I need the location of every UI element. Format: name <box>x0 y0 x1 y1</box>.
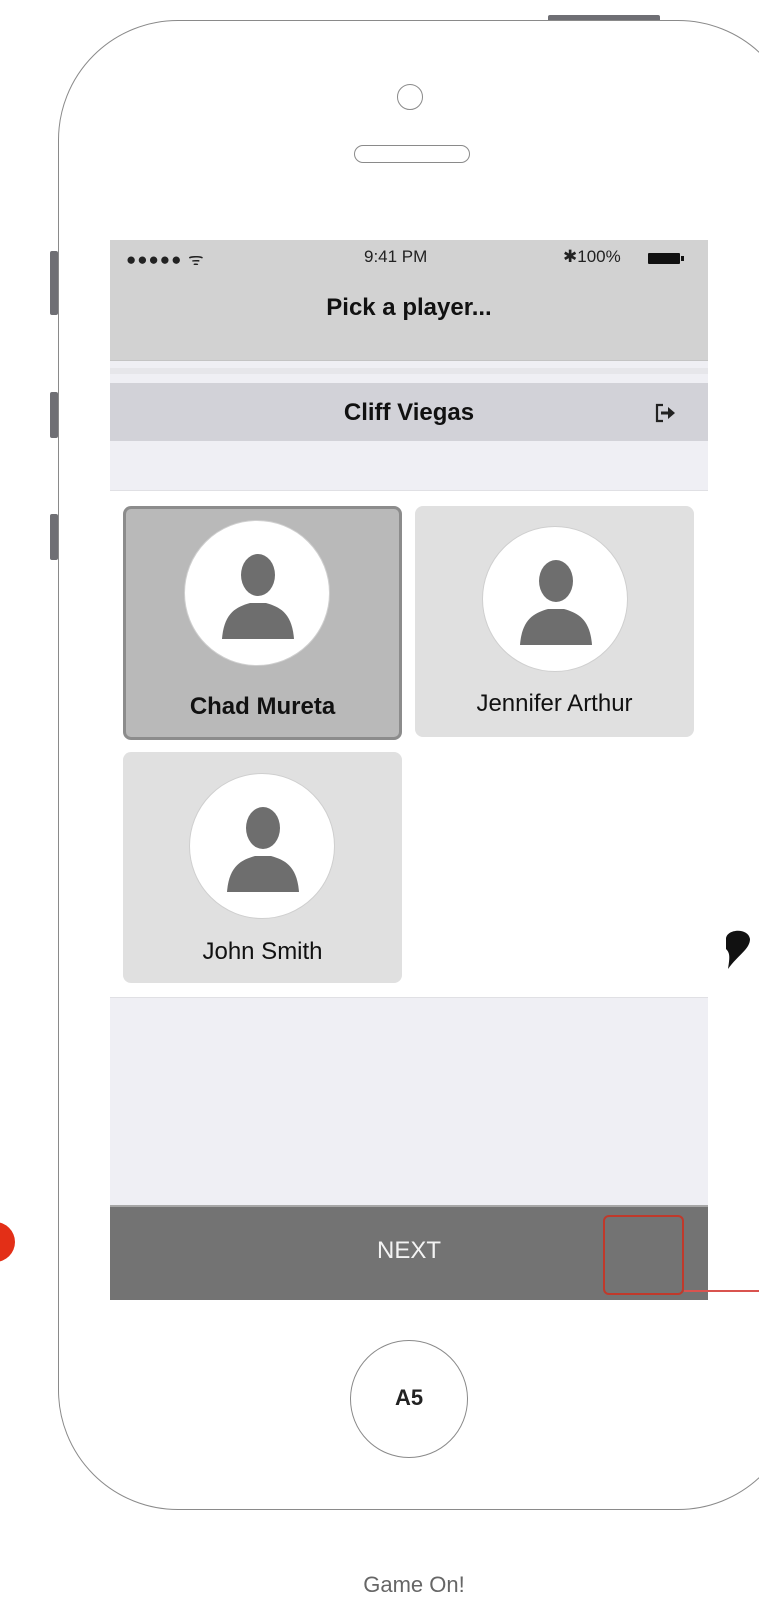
logout-icon[interactable] <box>654 403 678 423</box>
phone-volume-down-button <box>50 514 58 560</box>
battery-full-icon <box>648 253 684 264</box>
phone-mute-switch <box>50 251 58 315</box>
comment-mark-icon <box>720 925 750 970</box>
hotspot-annotation-box <box>603 1215 684 1295</box>
red-annotation-dot <box>0 1222 15 1262</box>
player-avatar <box>482 526 628 672</box>
status-bar: ●●●●● ᯤ 9:41 PM ✱100% <box>110 240 708 272</box>
player-card-john-smith[interactable]: John Smith <box>123 752 402 983</box>
phone-volume-up-button <box>50 392 58 438</box>
player-name: Jennifer Arthur <box>476 690 633 717</box>
player-name: Chad Mureta <box>189 693 336 720</box>
person-silhouette-icon <box>520 560 592 645</box>
player-avatar <box>184 520 330 666</box>
page-title: Pick a player... <box>326 294 492 321</box>
player-name: John Smith <box>202 938 323 965</box>
earpiece-speaker <box>354 145 470 163</box>
player-card-jennifer-arthur[interactable]: Jennifer Arthur <box>415 506 694 737</box>
player-card-chad-mureta[interactable]: Chad Mureta <box>123 506 402 740</box>
current-user-name: Cliff Viegas <box>343 399 475 426</box>
next-button[interactable]: NEXT <box>110 1205 708 1300</box>
nav-divider <box>110 368 708 374</box>
mockup-canvas: ●●●●● ᯤ 9:41 PM ✱100% Pick a player... C… <box>0 0 759 1617</box>
current-user-bar: Cliff Viegas <box>110 383 708 441</box>
hotspot-connector-line <box>684 1290 759 1292</box>
front-camera <box>397 84 423 110</box>
person-silhouette-icon <box>227 807 299 892</box>
home-button-label: A5 <box>394 1385 424 1410</box>
screen-caption: Game On! <box>363 1572 465 1597</box>
home-button[interactable]: A5 <box>350 1340 468 1458</box>
app-screen: ●●●●● ᯤ 9:41 PM ✱100% Pick a player... C… <box>110 240 708 1300</box>
status-time: 9:41 PM <box>364 247 428 266</box>
battery-percentage: ✱100% <box>563 247 621 266</box>
player-avatar <box>189 773 335 919</box>
navigation-bar: Pick a player... <box>110 272 708 361</box>
signal-indicator: ●●●●● ᯤ <box>126 250 205 269</box>
person-silhouette-icon <box>222 554 294 639</box>
players-grid: Chad Mureta Jennifer Arthur John Smith <box>110 490 708 998</box>
